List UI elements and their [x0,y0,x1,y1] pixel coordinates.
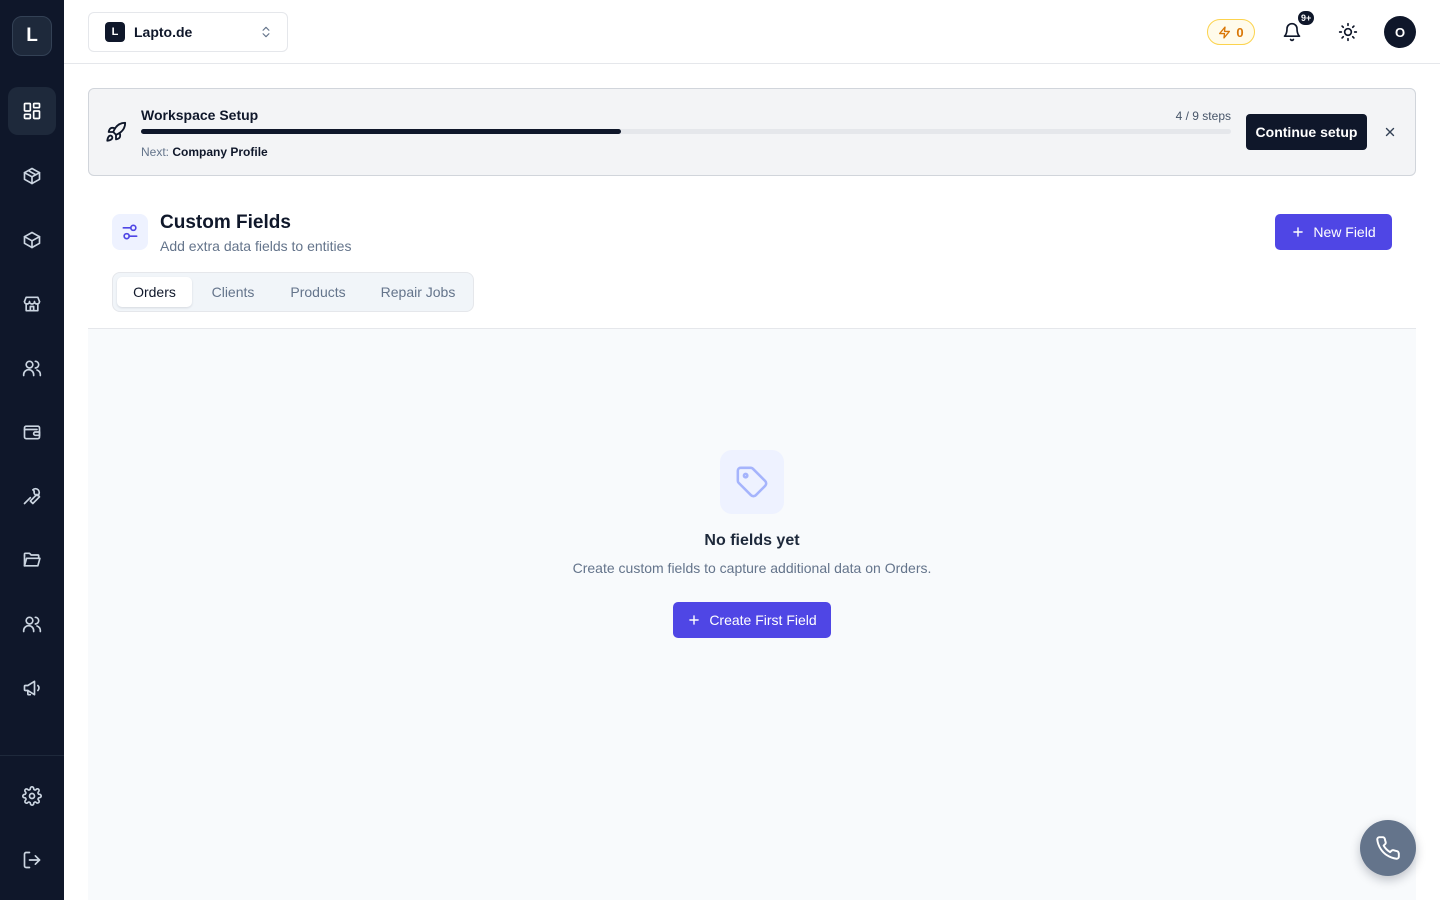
page-icon [112,214,148,250]
create-first-field-label: Create First Field [709,612,817,628]
sidebar-item-clients[interactable] [8,344,56,392]
empty-state-text: Create custom fields to capture addition… [572,560,932,576]
entity-tabs: Orders Clients Products Repair Jobs [112,272,474,312]
new-field-label: New Field [1313,224,1376,240]
close-banner-button[interactable] [1381,123,1399,141]
setup-next-value: Company Profile [172,145,268,159]
empty-state-icon [720,450,784,514]
fields-content: No fields yet Create custom fields to ca… [88,328,1416,900]
wrench-icon [23,487,41,505]
create-first-field-button[interactable]: Create First Field [673,602,831,638]
credits-count: 0 [1236,24,1244,40]
folder-icon [23,552,41,567]
call-support-button[interactable] [1360,820,1416,876]
setup-next: Next: Company Profile [141,145,268,159]
setup-progress-fill [141,129,621,134]
setup-title: Workspace Setup [141,107,259,123]
gear-icon [22,786,42,806]
sidebar-item-files[interactable] [8,536,56,584]
close-icon [1385,127,1395,137]
new-field-button[interactable]: New Field [1275,214,1392,250]
sidebar-item-repairs[interactable] [8,472,56,520]
credits-badge[interactable]: 0 [1207,19,1255,45]
sidebar-item-products[interactable] [8,152,56,200]
package-icon [23,231,41,249]
users-icon [22,360,42,377]
sidebar-item-store[interactable] [8,280,56,328]
wallet-icon [23,425,41,440]
setup-banner: Workspace Setup 4 / 9 steps Next: Compan… [88,88,1416,176]
theme-toggle[interactable] [1334,18,1362,46]
sidebar-item-inventory[interactable] [8,216,56,264]
lightning-icon [1219,25,1231,39]
sidebar-scroll-overflow [8,736,56,755]
sidebar-divider [0,755,64,756]
tab-products[interactable]: Products [275,277,361,307]
page-title: Custom Fields [160,212,291,233]
notifications-badge: 9+ [1297,10,1316,26]
store-icon [23,296,41,312]
sun-icon [1338,22,1358,42]
tab-orders[interactable]: Orders [117,277,192,307]
bell-icon [1283,22,1301,42]
plus-icon [689,615,700,625]
sliders-icon [122,224,138,240]
tab-repair-jobs[interactable]: Repair Jobs [367,277,469,307]
setup-steps: 4 / 9 steps [1175,109,1231,123]
top-bar: L Lapto.de 0 9+ O [64,0,1440,64]
grid-icon [23,102,41,120]
workspace-badge: L [105,22,125,42]
continue-setup-button[interactable]: Continue setup [1246,114,1367,150]
sidebar-item-logout[interactable] [8,836,56,884]
sidebar: L [0,0,64,900]
chevrons-up-down-icon [262,26,270,38]
megaphone-icon [23,680,40,696]
sidebar-item-settings[interactable] [8,772,56,820]
setup-next-label: Next: [141,145,170,159]
sidebar-item-wallet[interactable] [8,408,56,456]
empty-state-title: No fields yet [704,532,800,549]
users-icon [22,616,42,633]
user-avatar[interactable]: O [1384,16,1416,48]
setup-progress-bar [141,129,1231,134]
sidebar-item-dashboard[interactable] [8,87,56,135]
tag-icon [736,466,768,498]
page-subtitle: Add extra data fields to entities [160,238,352,254]
tab-clients[interactable]: Clients [197,277,269,307]
workspace-name: Lapto.de [134,24,193,40]
plus-icon [1293,227,1304,237]
rocket-icon [106,121,127,142]
sidebar-item-marketing[interactable] [8,664,56,712]
box-icon [23,167,41,185]
sidebar-item-partial[interactable] [8,736,56,755]
phone-icon [1376,836,1400,860]
workspace-switcher[interactable]: L Lapto.de [88,12,288,52]
app-logo[interactable]: L [12,16,52,56]
sidebar-item-team[interactable] [8,600,56,648]
logout-icon [23,851,41,869]
